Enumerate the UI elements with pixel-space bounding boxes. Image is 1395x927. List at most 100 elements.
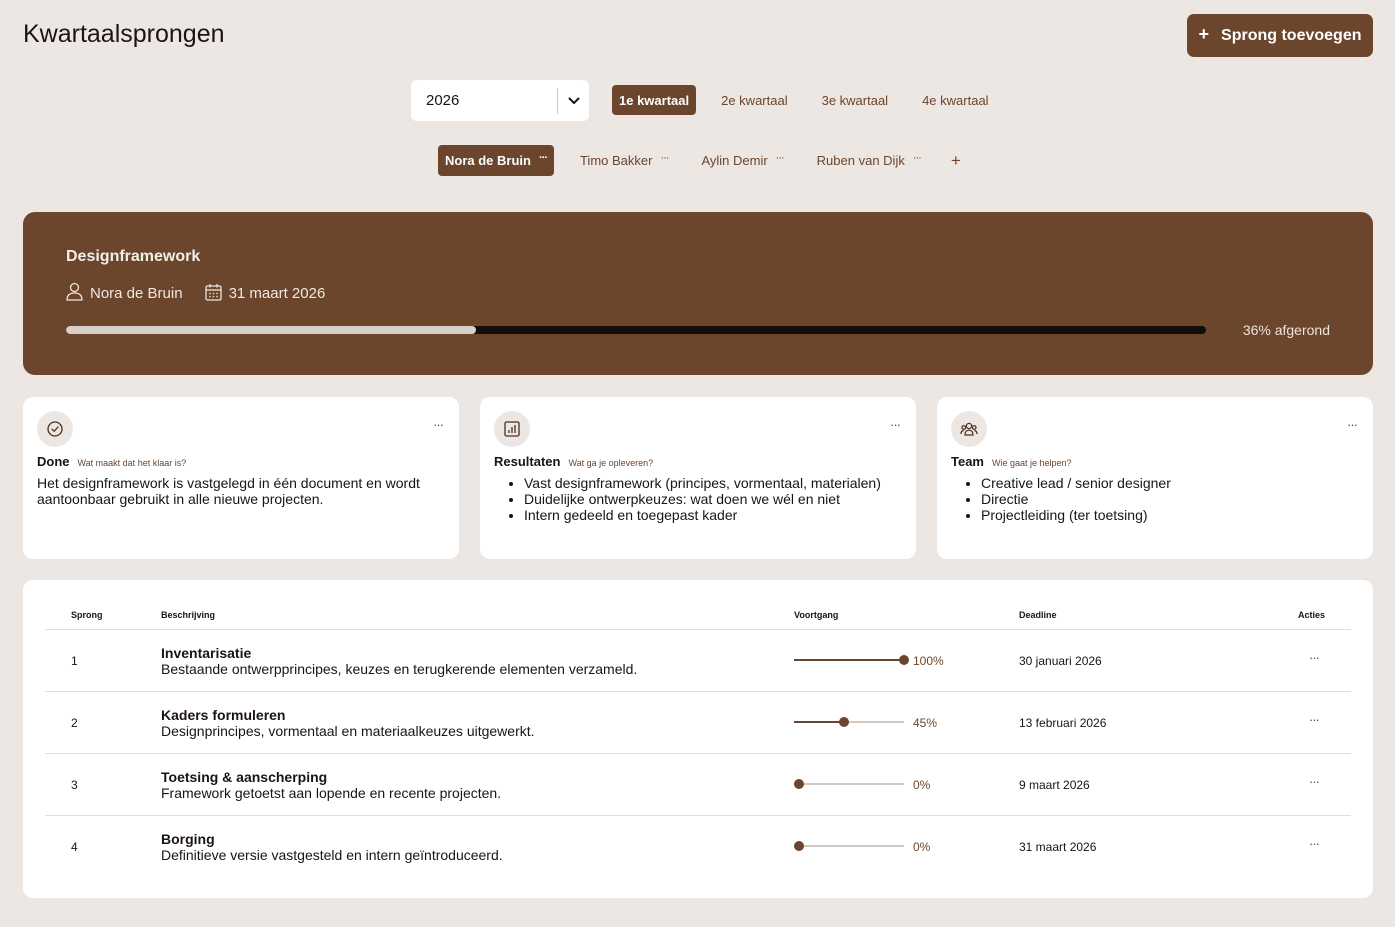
progress-slider[interactable]	[794, 841, 904, 851]
list-item: Creative lead / senior designer	[981, 475, 1359, 491]
leap-title: Designframework	[66, 248, 201, 265]
leap-meta: Nora de Bruin 31 maart 2026	[66, 282, 347, 305]
col-header-sprong: Sprong	[71, 610, 103, 620]
leap-owner-name: Nora de Bruin	[90, 285, 183, 302]
team-list: Creative lead / senior designer Directie…	[947, 475, 1359, 523]
done-card-header: Done Wat maakt dat het klaar is?	[37, 454, 186, 469]
more-icon[interactable]: ···	[1347, 417, 1358, 432]
progress-slider[interactable]	[794, 717, 904, 727]
row-number: 4	[71, 840, 78, 854]
person-tab-nora[interactable]: Nora de Bruin ···	[438, 145, 554, 176]
table-row: 1 Inventarisatie Bestaande ontwerpprinci…	[45, 630, 1351, 692]
table-row: 2 Kaders formuleren Designprincipes, vor…	[45, 692, 1351, 754]
table-row: 4 Borging Definitieve versie vastgesteld…	[45, 816, 1351, 878]
quarter-tabs: 1e kwartaal 2e kwartaal 3e kwartaal 4e k…	[612, 85, 998, 115]
col-header-voortgang: Voortgang	[794, 610, 839, 620]
leap-deadline: 31 maart 2026	[204, 283, 325, 305]
progress-slider-handle[interactable]	[794, 779, 804, 789]
row-actions-icon[interactable]: ···	[1309, 712, 1320, 727]
list-item: Vast designframework (principes, vorment…	[524, 475, 902, 491]
done-card-subtitle: Wat maakt dat het klaar is?	[77, 458, 187, 468]
row-description: Framework getoetst aan lopende en recent…	[161, 785, 502, 801]
calendar-icon	[204, 283, 222, 305]
progress-slider-handle[interactable]	[838, 717, 849, 727]
col-header-beschrijving: Beschrijving	[161, 610, 216, 620]
leap-progress-label: 36% afgerond	[1242, 322, 1330, 338]
leaps-table: Sprong Beschrijving Voortgang Deadline A…	[23, 580, 1373, 898]
tab-q2[interactable]: 2e kwartaal	[712, 85, 796, 115]
results-card: ··· Resultaten Wat ga je opleveren? Vast…	[480, 397, 916, 559]
team-card-body: Creative lead / senior designer Directie…	[951, 475, 1359, 523]
add-leap-label: Sprong toevoegen	[1221, 26, 1362, 44]
done-card-title: Done	[37, 454, 70, 469]
row-number: 1	[71, 654, 78, 668]
team-card-header: Team Wie gaat je helpen?	[951, 454, 1072, 469]
more-icon[interactable]: ···	[776, 152, 785, 164]
person-tab-label: Timo Bakker	[579, 153, 653, 168]
row-deadline: 31 maart 2026	[1019, 840, 1097, 854]
row-deadline: 9 maart 2026	[1019, 778, 1090, 792]
tab-q1[interactable]: 1e kwartaal	[612, 85, 697, 115]
row-progress-percent: 0%	[913, 840, 931, 854]
plus-icon: +	[1198, 24, 1210, 44]
add-person-icon[interactable]: +	[951, 151, 961, 171]
done-card: ··· Done Wat maakt dat het klaar is? Het…	[23, 397, 459, 559]
done-card-text: Het designframework is vastgelegd in één…	[37, 475, 420, 507]
person-tab-ruben[interactable]: Ruben van Dijk ···	[809, 145, 929, 176]
table-row: 3 Toetsing & aanscherping Framework geto…	[45, 754, 1351, 816]
team-card-title: Team	[951, 454, 984, 469]
results-card-subtitle: Wat ga je opleveren?	[568, 458, 654, 468]
list-item: Directie	[981, 491, 1359, 507]
more-icon[interactable]: ···	[913, 152, 922, 164]
person-tab-label: Nora de Bruin	[445, 153, 531, 168]
add-leap-button[interactable]: + Sprong toevoegen	[1187, 14, 1373, 57]
team-icon	[951, 411, 987, 447]
person-tab-aylin[interactable]: Aylin Demir ···	[693, 145, 791, 176]
results-list: Vast designframework (principes, vorment…	[490, 475, 902, 523]
leap-progress-fill	[66, 326, 477, 334]
row-progress-percent: 100%	[913, 654, 944, 668]
page-title: Kwartaalsprongen	[23, 20, 225, 48]
row-description: Definitieve versie vastgesteld en intern…	[161, 847, 503, 863]
team-card-subtitle: Wie gaat je helpen?	[992, 458, 1072, 468]
year-select[interactable]: 2026	[411, 80, 589, 121]
more-icon[interactable]: ···	[890, 417, 901, 432]
row-progress-percent: 45%	[913, 716, 938, 730]
more-icon[interactable]: ···	[433, 417, 444, 432]
tab-q3[interactable]: 3e kwartaal	[813, 85, 897, 115]
progress-slider[interactable]	[794, 655, 909, 665]
row-title: Kaders formuleren	[161, 707, 286, 723]
row-title: Toetsing & aanscherping	[161, 769, 328, 785]
list-item: Intern gedeeld en toegepast kader	[524, 507, 902, 523]
row-title: Inventarisatie	[161, 645, 252, 661]
progress-slider-handle[interactable]	[899, 655, 909, 665]
leap-summary-card: Designframework Nora de Bruin 31 maart 2…	[23, 212, 1373, 375]
leap-progress-bar	[66, 326, 1206, 334]
check-circle-icon	[37, 411, 73, 447]
team-card: ··· Team Wie gaat je helpen? Creative le…	[937, 397, 1373, 559]
col-header-acties: Acties	[1298, 610, 1326, 620]
more-icon[interactable]: ···	[660, 152, 669, 164]
more-icon[interactable]: ···	[539, 152, 548, 164]
row-description: Bestaande ontwerpprincipes, keuzes en te…	[161, 661, 638, 677]
person-tab-timo[interactable]: Timo Bakker ···	[572, 145, 676, 176]
results-card-body: Vast designframework (principes, vorment…	[494, 475, 902, 523]
row-actions-icon[interactable]: ···	[1309, 774, 1320, 789]
chart-icon	[494, 411, 530, 447]
progress-slider-handle[interactable]	[794, 841, 804, 851]
progress-slider[interactable]	[794, 779, 904, 789]
progress-slider-fill	[794, 659, 904, 661]
table-header: Sprong Beschrijving Voortgang Deadline A…	[45, 609, 1351, 630]
leap-owner: Nora de Bruin	[66, 282, 183, 305]
person-tabs: Nora de Bruin ··· Timo Bakker ··· Aylin …	[438, 145, 961, 176]
row-description: Designprincipes, vormentaal en materiaal…	[161, 723, 535, 739]
row-actions-icon[interactable]: ···	[1309, 836, 1320, 851]
chevron-down-icon[interactable]	[558, 97, 589, 105]
user-icon	[66, 282, 83, 305]
row-number: 2	[71, 716, 78, 730]
year-select-value: 2026	[426, 92, 460, 109]
row-actions-icon[interactable]: ···	[1309, 650, 1320, 665]
person-tab-label: Ruben van Dijk	[816, 153, 905, 168]
tab-q4[interactable]: 4e kwartaal	[913, 85, 997, 115]
row-deadline: 13 februari 2026	[1019, 716, 1107, 730]
